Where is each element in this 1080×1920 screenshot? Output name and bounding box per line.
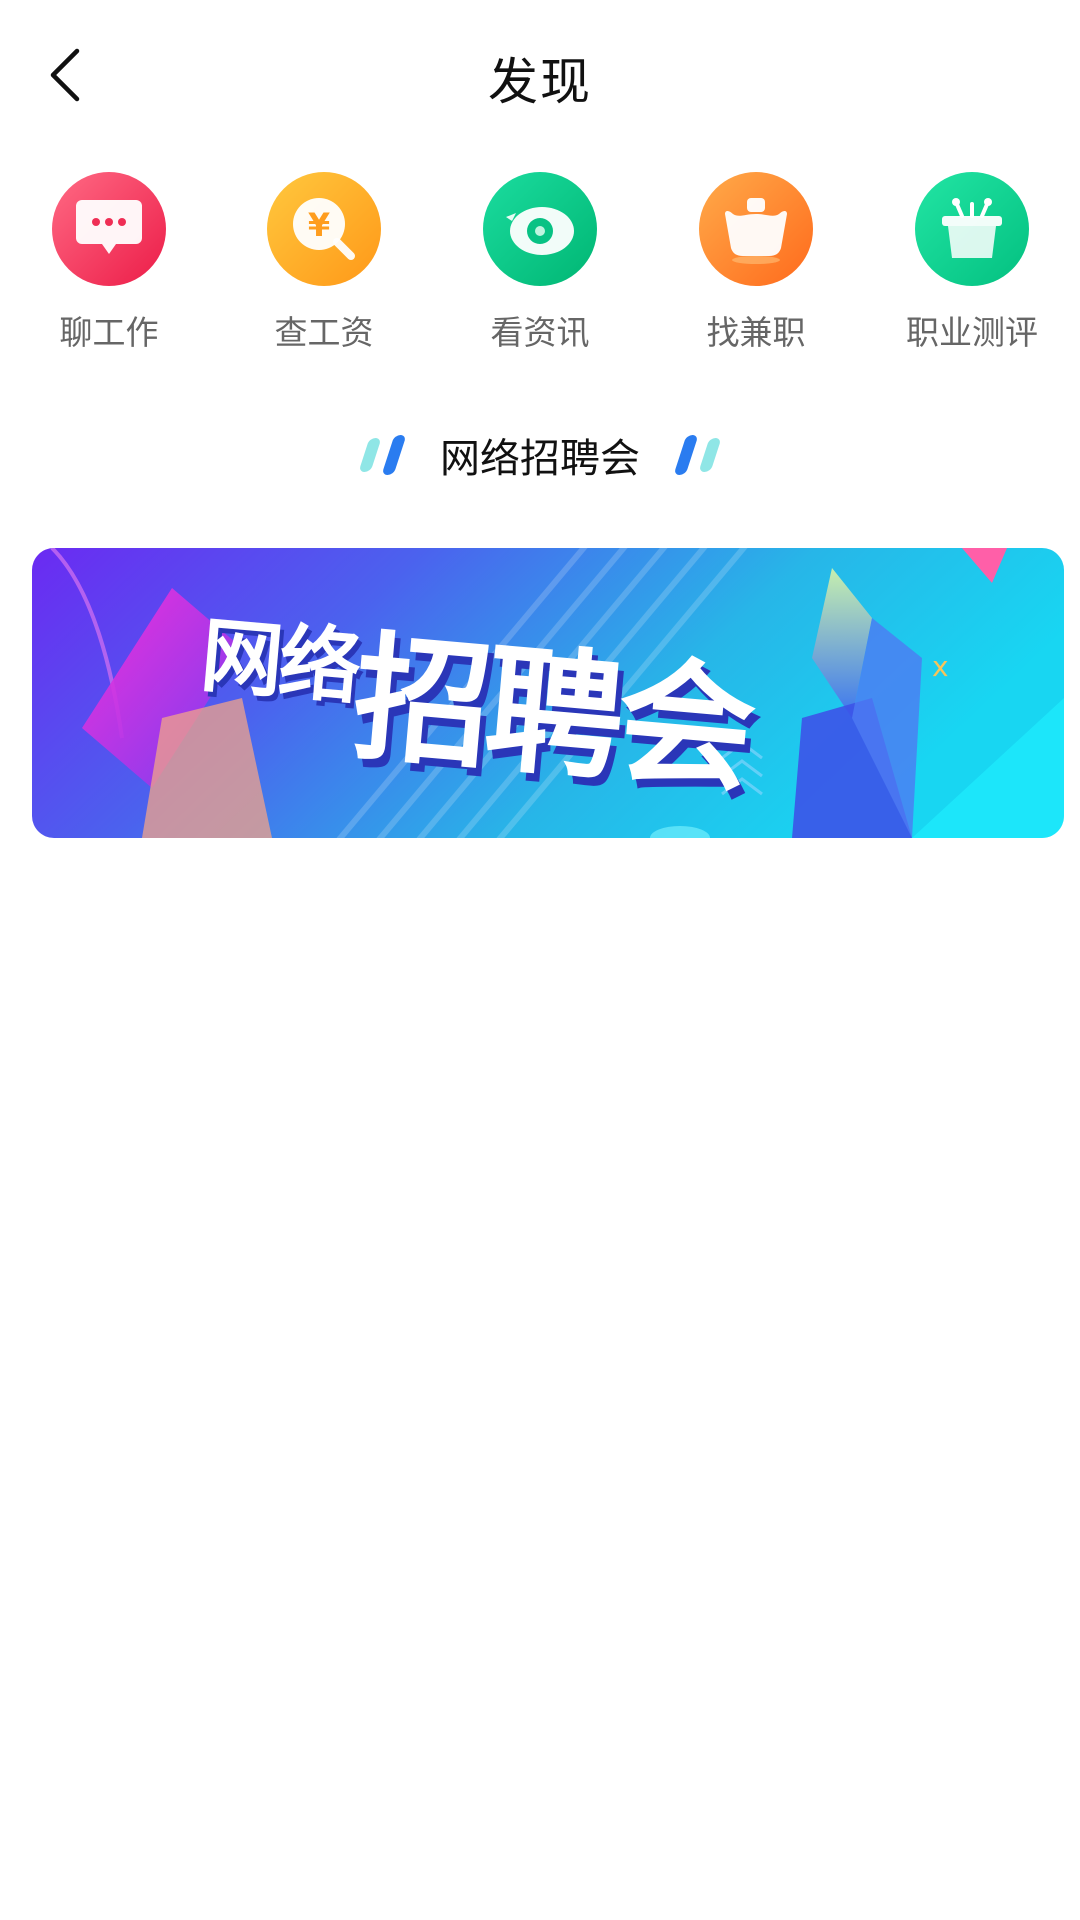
- svg-text:x: x: [932, 650, 949, 683]
- page-title: 发现: [488, 53, 592, 111]
- header: 发现: [0, 0, 1080, 150]
- basket-icon: [725, 198, 787, 264]
- feature-check-salary[interactable]: ¥ 查工资: [224, 172, 424, 362]
- banner-text-small: 网络: [197, 608, 361, 717]
- feature-label: 查工资: [274, 313, 374, 352]
- discover-page: 发现 聊工作 ¥ 查工资 看资讯 找兼职 职业测评 网络招聘会 x 网络 招聘会: [0, 0, 1080, 1920]
- podium-icon: [942, 198, 1002, 258]
- feature-label: 找兼职: [706, 313, 806, 352]
- feature-label: 职业测评: [906, 313, 1038, 352]
- feature-chat-work[interactable]: 聊工作: [9, 172, 209, 362]
- feature-icon-bg: ¥: [267, 172, 381, 286]
- section-right-decoration: [673, 435, 722, 475]
- svg-text:¥: ¥: [308, 206, 330, 244]
- eye-icon: [506, 207, 574, 255]
- feature-find-part-time[interactable]: 找兼职: [656, 172, 856, 362]
- banner-text-big: 招聘会: [347, 616, 756, 812]
- dash-light: [698, 438, 722, 472]
- chat-bubble-icon: [76, 200, 142, 254]
- feature-icon-bg: [52, 172, 166, 286]
- section-header: 网络招聘会: [0, 420, 1080, 490]
- dash-dark: [673, 435, 699, 475]
- job-fair-banner[interactable]: x 网络 招聘会: [32, 548, 1064, 838]
- feature-label: 看资讯: [490, 313, 590, 352]
- dash-light: [358, 438, 382, 472]
- feature-read-news[interactable]: 看资讯: [440, 172, 640, 362]
- section-left-decoration: [358, 435, 407, 475]
- feature-icon-bg: [699, 172, 813, 286]
- feature-icon-bg: [483, 172, 597, 286]
- yuan-search-icon: ¥: [293, 198, 355, 260]
- feature-label: 聊工作: [59, 313, 159, 352]
- feature-grid: 聊工作 ¥ 查工资 看资讯 找兼职 职业测评: [0, 172, 1080, 372]
- feature-career-assessment[interactable]: 职业测评: [872, 172, 1072, 362]
- dash-dark: [381, 435, 407, 475]
- feature-icon-bg: [915, 172, 1029, 286]
- section-title: 网络招聘会: [440, 436, 640, 482]
